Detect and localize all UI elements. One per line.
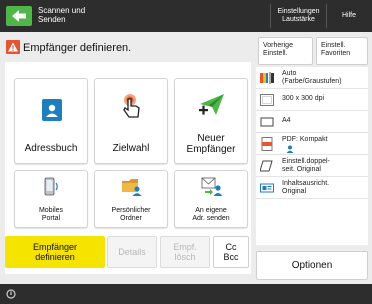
- back-arrow-icon: [12, 10, 26, 22]
- scan-size-text: A4: [282, 117, 291, 124]
- previous-settings-button[interactable]: Vorherige Einstell.: [258, 37, 313, 65]
- settings-volume-button[interactable]: Einstellungen Lautstärke: [271, 4, 326, 28]
- top-bar: Scannen und Senden Einstellungen Lautstär…: [0, 0, 372, 32]
- address-book-tile[interactable]: Adressbuch: [14, 78, 88, 164]
- personal-folder-icon: [122, 179, 142, 196]
- resolution-setting[interactable]: 300 x 300 dpi: [256, 89, 368, 111]
- mobile-phone-icon: [44, 177, 58, 196]
- touch-hand-icon: [123, 94, 140, 118]
- back-button[interactable]: [6, 6, 32, 26]
- specify-destination-button[interactable]: Empfänger definieren: [5, 236, 105, 268]
- duplex-original-icon: [260, 160, 273, 172]
- color-mode-setting[interactable]: Auto (Farbe/Graustufen): [256, 67, 368, 89]
- user-icon: [286, 145, 294, 153]
- personal-folder-tile[interactable]: Persönlicher Ordner: [94, 170, 168, 228]
- color-mode-text: Auto (Farbe/Graustufen): [282, 70, 342, 85]
- new-destination-tile[interactable]: Neuer Empfänger: [174, 78, 248, 164]
- one-touch-label: Zielwahl: [112, 143, 150, 154]
- paper-plane-plus-icon: [199, 94, 224, 115]
- mobile-portal-tile[interactable]: Mobiles Portal: [14, 170, 88, 228]
- address-book-label: Adressbuch: [24, 143, 78, 154]
- options-button[interactable]: Optionen: [256, 251, 368, 280]
- send-to-myself-icon: [201, 177, 223, 196]
- settings-list: Auto (Farbe/Graustufen) 300 x 300 dpi A4 …: [256, 67, 368, 245]
- page-title: Empfänger definieren.: [23, 42, 132, 54]
- resolution-text: 300 x 300 dpi: [282, 95, 325, 102]
- orientation-setting[interactable]: Inhaltsausricht. Original: [256, 177, 368, 199]
- details-button[interactable]: Details: [107, 236, 157, 268]
- file-format-setting[interactable]: PDF: Kompakt: [256, 133, 368, 155]
- mobile-portal-label: Mobiles Portal: [38, 207, 64, 222]
- favorite-settings-button[interactable]: Einstell. Favoriten: [316, 37, 368, 65]
- send-to-myself-label: An eigene Adr. senden: [192, 207, 230, 222]
- warning-icon: [6, 40, 20, 54]
- paper-size-icon: [260, 117, 274, 127]
- cc-bcc-button[interactable]: Cc Bcc: [213, 236, 249, 268]
- color-mode-icon: [260, 72, 274, 84]
- file-format-text: PDF: Kompakt: [282, 136, 328, 143]
- scan-size-setting[interactable]: A4: [256, 111, 368, 133]
- resolution-icon: [260, 94, 274, 106]
- orientation-text: Inhaltsausricht. Original: [282, 180, 330, 195]
- orientation-icon: [260, 183, 274, 193]
- pdf-file-icon: [261, 137, 273, 151]
- bottom-bar: [0, 284, 372, 304]
- address-book-icon: [42, 99, 62, 121]
- delete-destination-button[interactable]: Empf. lösch: [160, 236, 210, 268]
- help-button[interactable]: Hilfe: [327, 4, 371, 28]
- one-touch-tile[interactable]: Zielwahl: [94, 78, 168, 164]
- personal-folder-label: Persönlicher Ordner: [111, 207, 151, 222]
- send-to-myself-tile[interactable]: An eigene Adr. senden: [174, 170, 248, 228]
- duplex-original-setting[interactable]: Einstell.doppel-seit. Original: [256, 155, 368, 177]
- new-destination-label: Neuer Empfänger: [186, 133, 236, 155]
- duplex-original-text: Einstell.doppel-seit. Original: [282, 158, 330, 173]
- status-monitor-icon[interactable]: [6, 289, 16, 299]
- app-title: Scannen und Senden: [38, 6, 86, 24]
